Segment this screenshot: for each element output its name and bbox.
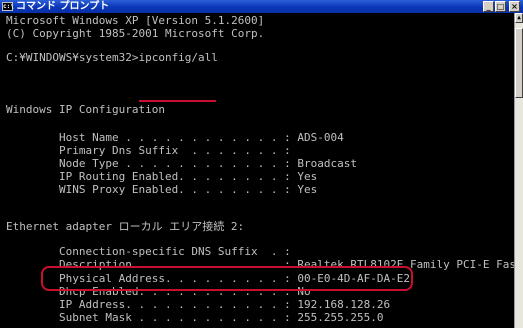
maximize-button[interactable]: □ [495, 1, 506, 12]
console-command-line: C:¥WINDOWS¥system32>ipconfig/all [6, 51, 218, 64]
minimize-button[interactable]: _ [483, 1, 494, 12]
command-prompt-window: c:\ コマンド プロンプト _ □ × Microsoft Windows X… [0, 0, 523, 328]
vertical-scrollbar[interactable]: ▲ [514, 13, 523, 328]
console-line-2: (C) Copyright 1985-2001 Microsoft Corp. [6, 27, 265, 40]
physical-address-highlight-annotation [41, 266, 413, 291]
close-button[interactable]: × [509, 1, 520, 12]
scroll-thumb[interactable] [515, 28, 523, 98]
console-line-8: Host Name . . . . . . . . . . . . : ADS-… [6, 131, 344, 144]
console-line-1: Microsoft Windows XP [Version 5.1.2600] [6, 14, 265, 27]
console-app-icon[interactable]: c:\ [2, 2, 14, 11]
console-line-20: IP Address. . . . . . . . . . . . : 192.… [6, 298, 391, 311]
console-line-11: IP Routing Enabled. . . . . . . . : Yes [6, 170, 318, 183]
scroll-up-arrow-icon[interactable]: ▲ [515, 13, 523, 23]
command-underline-annotation [139, 100, 216, 102]
window-title: コマンド プロンプト [16, 1, 110, 12]
console-line-10: Node Type . . . . . . . . . . . . : Broa… [6, 157, 357, 170]
console-line-21: Subnet Mask . . . . . . . . . . . : 255.… [6, 311, 384, 324]
title-bar[interactable]: c:\ コマンド プロンプト _ □ × [0, 0, 523, 13]
console-line-16: Connection-specific DNS Suffix . : [6, 245, 291, 258]
console-line-9: Primary Dns Suffix . . . . . . . : [6, 144, 291, 157]
console-line-12: WINS Proxy Enabled. . . . . . . . : Yes [6, 183, 318, 196]
console-line-6: Windows IP Configuration [6, 103, 165, 116]
console-line-14: Ethernet adapter ローカル エリア接続 2: [6, 220, 245, 233]
